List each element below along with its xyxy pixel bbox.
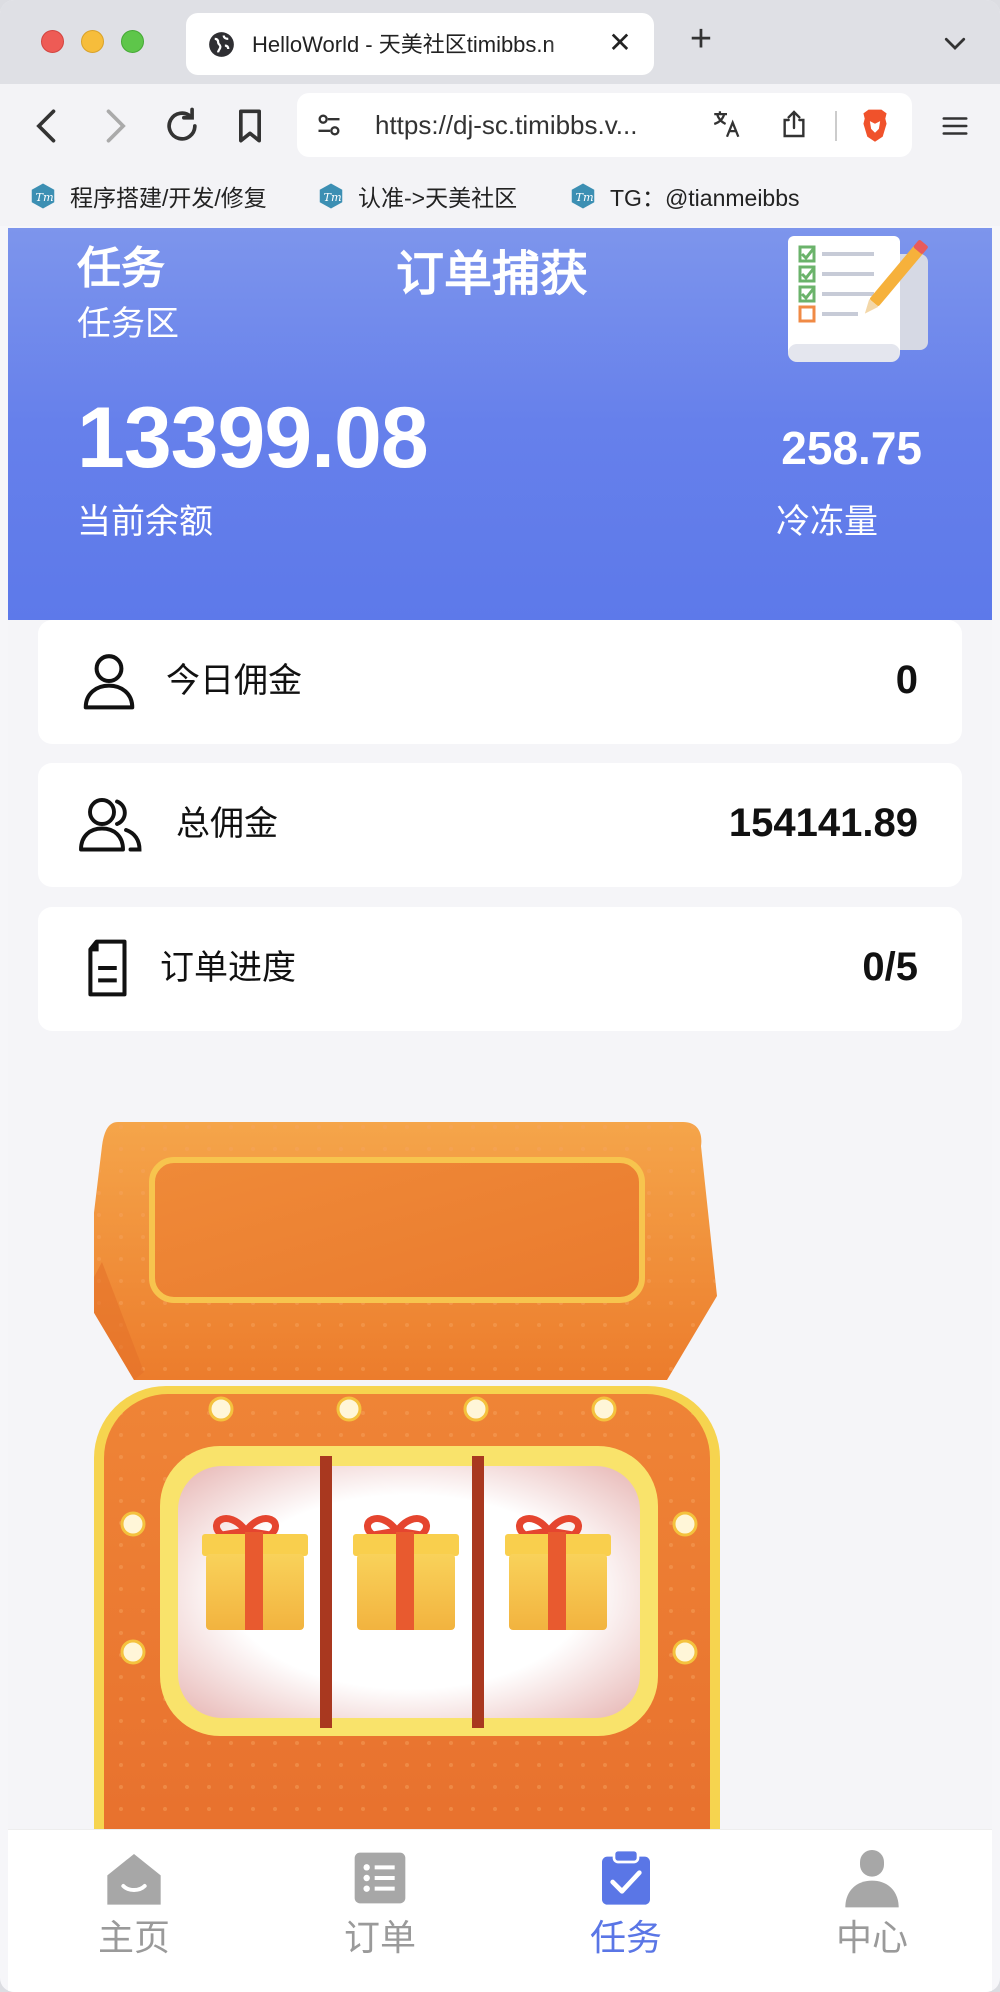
frozen-value: 258.75 — [781, 422, 922, 474]
stat-label: 今日佣金 — [166, 662, 302, 700]
tab-title: HelloWorld - 天美社区timibbs.n — [252, 32, 555, 57]
stat-value: 0 — [895, 658, 918, 702]
globe-icon — [209, 32, 234, 57]
minimize-window-button[interactable] — [81, 30, 104, 53]
clipboard-check-icon — [602, 1848, 650, 1905]
nav-label: 任务 — [589, 1917, 662, 1958]
browser-window: HelloWorld - 天美社区timibbs.n ✕ + https://d… — [0, 0, 1000, 1992]
bookmarks-bar: Tm 程序搭建/开发/修复 Tm 认准->天美社区 Tm TG：@tianmei… — [0, 170, 1000, 226]
frozen-label: 冷冻量 — [776, 503, 878, 541]
people-icon — [79, 798, 142, 852]
order-progress-card: 订单进度 0/5 — [38, 907, 962, 1031]
menu-icon[interactable] — [938, 111, 972, 141]
stat-value: 154141.89 — [728, 801, 918, 845]
bookmark-label: 程序搭建/开发/修复 — [70, 185, 267, 211]
divider — [835, 111, 837, 141]
chevron-down-icon[interactable] — [940, 28, 970, 58]
stat-label: 总佣金 — [176, 805, 278, 843]
balance-label: 当前余额 — [77, 503, 213, 541]
close-tab-icon[interactable]: ✕ — [604, 27, 636, 59]
nav-home[interactable]: 主页 — [64, 1846, 204, 1976]
gift-icon — [505, 1515, 611, 1630]
new-tab-button[interactable]: + — [683, 20, 719, 58]
total-commission-card: 总佣金 154141.89 — [38, 763, 962, 887]
browser-tab[interactable]: HelloWorld - 天美社区timibbs.n ✕ — [186, 13, 654, 75]
brave-shield-icon[interactable] — [859, 107, 891, 143]
bookmark-label: TG：@tianmeibbs — [610, 185, 800, 211]
nav-tasks[interactable]: 任务 — [556, 1846, 696, 1976]
task-header: 任务 任务区 订单捕获 13399.08 当前余额 258.75 冷冻量 — [8, 228, 992, 620]
close-window-button[interactable] — [41, 30, 64, 53]
page-subtitle: 任务区 — [77, 305, 179, 343]
gift-icon — [202, 1515, 308, 1630]
user-icon — [845, 1850, 899, 1908]
back-icon[interactable] — [26, 104, 70, 148]
gift-icon — [353, 1515, 459, 1630]
site-favicon-icon: Tm — [571, 183, 595, 209]
home-icon — [107, 1854, 161, 1905]
reload-icon[interactable] — [160, 104, 204, 148]
svg-text:Tm: Tm — [576, 191, 594, 204]
nav-center[interactable]: 中心 — [802, 1846, 942, 1976]
translate-icon[interactable] — [710, 107, 744, 141]
browser-toolbar: https://dj-sc.timibbs.v... — [0, 84, 1000, 170]
site-favicon-icon: Tm — [31, 183, 55, 209]
nav-label: 主页 — [97, 1917, 170, 1958]
bookmark-label: 认准->天美社区 — [358, 185, 518, 211]
balance-value: 13399.08 — [77, 390, 429, 486]
stat-label: 订单进度 — [160, 949, 296, 987]
address-bar[interactable]: https://dj-sc.timibbs.v... — [297, 93, 912, 157]
svg-text:Tm: Tm — [36, 191, 54, 204]
nav-orders[interactable]: 订单 — [310, 1846, 450, 1976]
share-icon[interactable] — [778, 107, 810, 141]
nav-label: 中心 — [835, 1917, 908, 1958]
page-content: 任务 任务区 订单捕获 13399.08 当前余额 258.75 冷冻量 今日佣… — [8, 228, 992, 1992]
list-icon — [354, 1852, 406, 1904]
checklist-illustration-icon — [788, 236, 928, 362]
tab-bar: HelloWorld - 天美社区timibbs.n ✕ + — [0, 0, 1000, 84]
bookmark-item[interactable]: Tm 认准->天美社区 — [316, 176, 517, 216]
page-title: 任务 — [77, 244, 165, 293]
maximize-window-button[interactable] — [121, 30, 144, 53]
bottom-nav: 主页 订单 任务 中心 — [8, 1829, 992, 1992]
person-icon — [83, 654, 135, 710]
document-icon — [88, 939, 127, 997]
nav-label: 订单 — [343, 1917, 416, 1958]
bookmark-item[interactable]: Tm TG：@tianmeibbs — [568, 176, 800, 216]
bookmark-item[interactable]: Tm 程序搭建/开发/修复 — [28, 176, 267, 216]
site-settings-icon[interactable] — [315, 111, 343, 139]
svg-text:Tm: Tm — [324, 191, 342, 204]
forward-icon[interactable] — [92, 104, 136, 148]
bookmark-icon[interactable] — [228, 104, 272, 148]
section-title: 订单捕获 — [396, 248, 589, 301]
site-favicon-icon: Tm — [319, 183, 343, 209]
url-text[interactable]: https://dj-sc.timibbs.v... — [375, 108, 705, 142]
stat-value: 0/5 — [862, 945, 918, 989]
today-commission-card: 今日佣金 0 — [38, 620, 962, 744]
